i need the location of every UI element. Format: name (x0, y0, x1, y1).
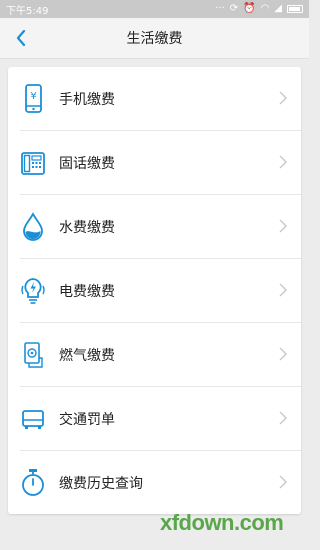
list-item-label: 燃气缴费 (59, 347, 115, 364)
nav-bar: 生活缴费 (0, 18, 309, 59)
list-item-label: 水费缴费 (59, 219, 115, 236)
dots-icon: ··· (215, 3, 225, 14)
list-item-electricity[interactable]: 电费缴费 (8, 259, 301, 322)
list-item-mobile[interactable]: ¥ 手机缴费 (8, 67, 301, 130)
list-item-label: 交通罚单 (59, 411, 115, 428)
list-item-label: 缴费历史查询 (59, 475, 143, 492)
chevron-left-icon (16, 30, 26, 46)
chevron-right-icon (279, 219, 287, 233)
page-title: 生活缴费 (126, 31, 183, 47)
lightbulb-icon (21, 278, 45, 304)
payment-list: ¥ 手机缴费 固话缴费 水费缴费 电费缴费 燃气缴费 交通罚单 缴费历史查询 (8, 67, 301, 514)
landline-phone-icon (21, 152, 45, 175)
gas-meter-icon (24, 342, 43, 368)
wifi-icon: ◠ (260, 3, 270, 14)
status-time: 下午5:49 (6, 5, 49, 17)
chevron-right-icon (279, 155, 287, 169)
list-item-label: 电费缴费 (59, 283, 115, 300)
status-bar: 下午5:49 ··· ⟳ ⏰ ◠ ◢ (0, 0, 309, 18)
battery-icon (287, 5, 303, 13)
status-icons: ··· ⟳ ⏰ ◠ ◢ (215, 4, 303, 14)
water-drop-icon (23, 212, 43, 241)
stopwatch-icon (22, 469, 44, 496)
chevron-right-icon (279, 347, 287, 361)
list-item-label: 手机缴费 (59, 91, 115, 108)
list-item-water[interactable]: 水费缴费 (8, 195, 301, 258)
svg-text:¥: ¥ (30, 91, 36, 102)
signal-icon: ◢ (274, 3, 282, 14)
watermark: xfdown.com (160, 510, 284, 535)
chevron-right-icon (279, 411, 287, 425)
alarm-icon: ⏰ (243, 3, 256, 14)
mobile-phone-icon: ¥ (25, 84, 42, 113)
car-icon (22, 410, 44, 429)
list-item-traffic-fine[interactable]: 交通罚单 (8, 387, 301, 450)
list-item-history[interactable]: 缴费历史查询 (8, 451, 301, 514)
back-button[interactable] (10, 26, 32, 50)
sync-icon: ⟳ (229, 3, 239, 14)
chevron-right-icon (279, 283, 287, 297)
chevron-right-icon (279, 475, 287, 489)
chevron-right-icon (279, 91, 287, 105)
list-item-label: 固话缴费 (59, 155, 115, 172)
list-item-landline[interactable]: 固话缴费 (8, 131, 301, 194)
list-item-gas[interactable]: 燃气缴费 (8, 323, 301, 386)
